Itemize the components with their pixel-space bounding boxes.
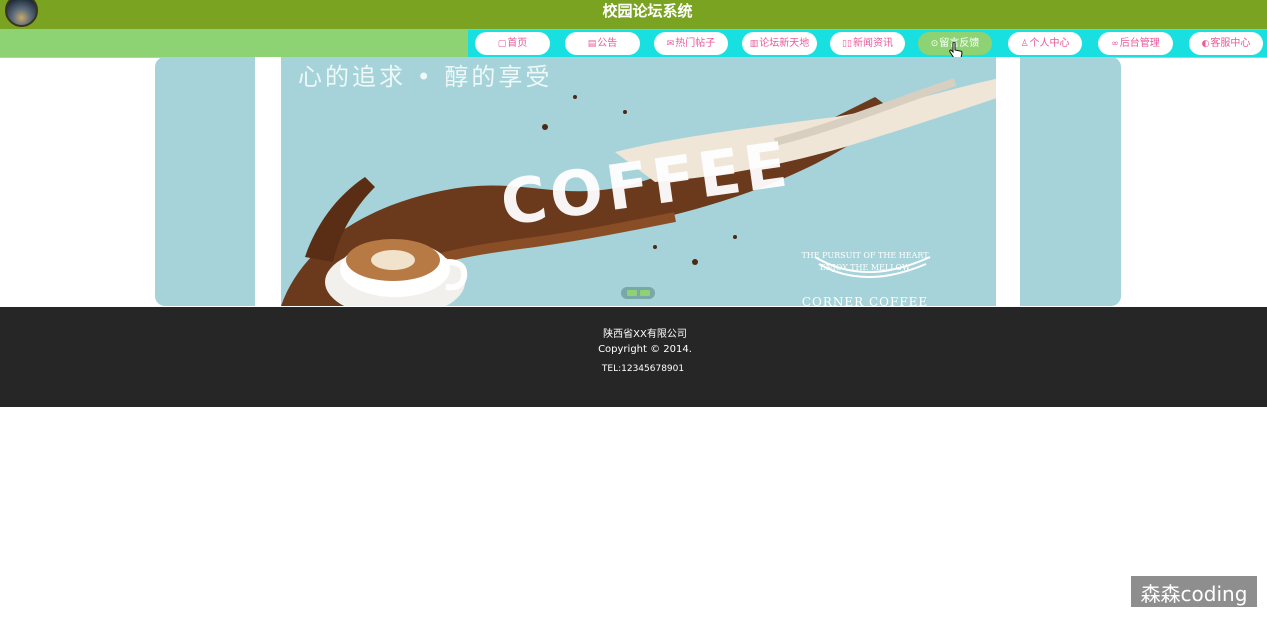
top-bar: 校园论坛系统 [0,0,1267,29]
banner-carousel[interactable]: 心的追求 • 醇的享受 COFFEE THE PURSUIT OF THE HE… [155,57,1121,306]
nav-item-label: 热门帖子 [675,38,716,49]
link-icon: ∞ [1111,39,1119,49]
carousel-dot[interactable] [640,290,650,296]
footer: 陕西省XX有限公司 Copyright © 2014. TEL:12345678… [0,307,1267,407]
banner-pursuit-text: THE PURSUIT OF THE HEART ENJOY THE MELLO… [795,250,935,274]
banner-frame-right [996,57,1020,306]
service-icon: ◐ [1201,39,1210,49]
user-icon: ♙ [1020,39,1029,49]
nav-item-label: 首页 [507,38,528,49]
footer-copyright: Copyright © 2014. [598,344,692,355]
nav-item-6[interactable]: ♙个人中心 [1008,32,1082,55]
carousel-indicators [621,287,655,299]
nav-item-0[interactable]: ▢首页 [475,32,550,55]
nav-item-4[interactable]: ▯▯新闻资讯 [830,32,905,55]
nav-item-label: 客服中心 [1210,38,1251,49]
watermark: 森森coding [1131,576,1257,607]
feedback-icon: ⊙ [930,39,939,49]
nav-item-3[interactable]: ▥论坛新天地 [742,32,817,55]
nav-item-1[interactable]: ▤公告 [565,32,640,55]
banner-brand: CORNER COFFEE [801,295,929,306]
nav-item-label: 论坛新天地 [759,38,810,49]
banner-pursuit-line2: ENJOY THE MELLOW [819,263,911,272]
notice-icon: ▤ [587,39,597,49]
nav-item-label: 个人中心 [1029,38,1070,49]
nav-item-2[interactable]: ✉热门帖子 [654,32,728,55]
footer-company: 陕西省XX有限公司 [603,329,687,340]
banner-pursuit-line1: THE PURSUIT OF THE HEART [801,251,929,260]
news-icon: ▯▯ [842,39,852,49]
nav-item-label: 后台管理 [1119,38,1160,49]
nav-item-label: 公告 [597,38,618,49]
forum-icon: ▥ [749,39,759,49]
site-title: 校园论坛系统 [602,2,693,20]
mail-icon: ✉ [666,39,675,49]
carousel-dot[interactable] [627,290,637,296]
home-icon: ▢ [497,39,507,49]
banner-slogan: 心的追求 • 醇的享受 [298,63,553,91]
footer-tel: TEL:12345678901 [601,364,685,374]
nav-item-8[interactable]: ◐客服中心 [1189,32,1263,55]
nav-item-7[interactable]: ∞后台管理 [1098,32,1173,55]
nav-item-label: 新闻资讯 [852,38,893,49]
banner-frame-left [255,57,281,306]
